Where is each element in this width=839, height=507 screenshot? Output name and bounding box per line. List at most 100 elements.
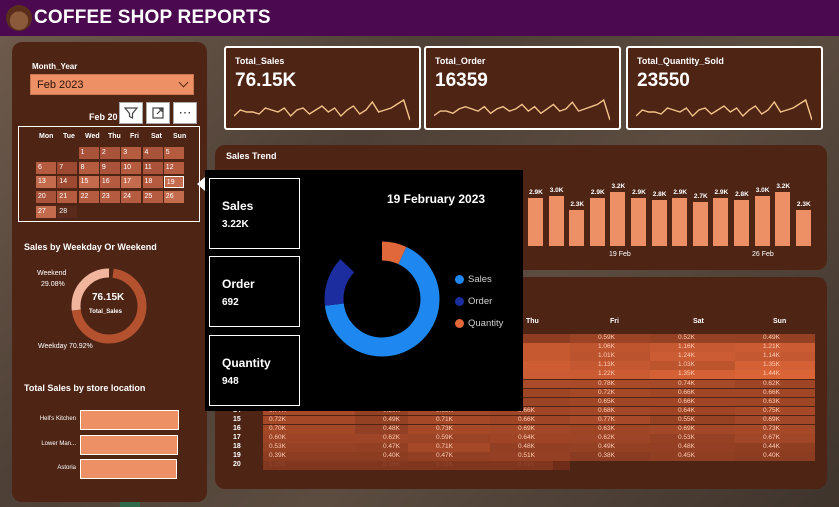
heatmap-cell[interactable]: 0.69K [735,415,815,425]
calendar-day-17[interactable]: 17 [121,176,142,189]
heatmap-cell[interactable]: 0.71K [408,415,490,425]
heatmap-cell[interactable]: 0.45K [650,452,735,461]
heatmap-cell[interactable]: 0.66K [735,388,815,398]
calendar-day-12[interactable]: 12 [163,161,184,174]
heatmap-cell[interactable]: 1.01K [570,352,650,361]
trend-bar[interactable] [631,198,646,246]
calendar-day-10[interactable]: 10 [121,161,142,174]
heatmap-cell[interactable]: 0.53K [650,434,735,443]
heatmap-cell[interactable]: 1.35K [650,370,735,379]
heatmap-cell[interactable]: 0.51K [490,452,570,461]
heatmap-cell[interactable]: 0.40K [355,452,408,461]
calendar-day-4[interactable]: 4 [142,147,163,159]
calendar-day-23[interactable]: 23 [99,191,120,204]
calendar-day-26[interactable]: 26 [163,191,184,204]
heatmap-cell[interactable]: 0.60K [263,434,355,443]
heatmap-cell[interactable]: 0.73K [735,425,815,434]
calendar-day-5[interactable]: 5 [163,147,184,159]
heatmap-cell[interactable]: 0.71K [408,443,490,452]
legend-item-quantity[interactable]: Quantity [455,318,503,329]
more-options-icon[interactable]: ⋯ [173,102,197,124]
heatmap-cell[interactable]: 0.53K [263,443,355,452]
calendar-day-13[interactable]: 13 [36,176,56,189]
heatmap-cell[interactable]: 0.68K [570,406,650,416]
heatmap-cell[interactable]: 0.62K [570,434,650,443]
heatmap-cell[interactable]: 1.16K [650,343,735,352]
calendar-day-6[interactable]: 6 [36,161,56,174]
heatmap-cell[interactable]: 0.47K [355,443,408,452]
calendar-day-15[interactable]: 15 [78,176,99,189]
trend-bar[interactable] [713,198,729,246]
store-bar[interactable] [80,435,178,455]
heatmap-cell[interactable]: 1.21K [735,343,815,352]
heatmap-cell[interactable]: 1.06K [570,343,650,352]
filter-icon[interactable] [119,102,143,124]
heatmap-cell[interactable]: 0.67K [735,434,815,443]
calendar-day-14[interactable]: 14 [57,176,78,189]
heatmap-cell[interactable]: 0.59K [408,434,490,443]
heatmap-cell[interactable]: 0.66K [490,415,570,425]
heatmap-cell[interactable]: 0.74K [650,379,735,389]
calendar-day-3[interactable]: 3 [121,147,142,159]
trend-bar[interactable] [672,198,688,246]
heatmap-cell[interactable]: 0.69K [650,425,735,434]
heatmap-cell[interactable]: 0.65K [570,397,650,407]
trend-bar[interactable] [651,200,667,246]
heatmap-cell[interactable]: 1.44K [735,370,815,379]
heatmap-cell[interactable]: 0.64K [650,406,735,416]
trend-bar[interactable] [569,210,585,246]
heatmap-cell[interactable]: 0.63K [570,425,650,434]
heatmap-cell[interactable]: 0.44K [735,443,815,452]
heatmap-cell[interactable]: 0.40K [735,452,815,461]
calendar-day-27[interactable]: 27 [36,205,56,218]
heatmap-cell[interactable]: 0.73K [408,425,490,434]
heatmap-cell[interactable]: 0.59K [570,334,650,343]
heatmap-cell[interactable]: 0.62K [735,379,815,389]
heatmap-cell[interactable]: 0.70K [263,425,355,434]
calendar-day-1[interactable]: 1 [78,147,99,159]
heatmap-cell[interactable]: 0.63K [735,397,815,407]
heatmap-cell[interactable]: 1.03K [650,361,735,370]
calendar-day-2[interactable]: 2 [99,147,120,159]
trend-bar[interactable] [610,192,626,246]
calendar-day-21[interactable]: 21 [57,191,78,204]
heatmap-cell[interactable]: 0.66K [650,388,735,398]
heatmap-cell[interactable]: 1.13K [570,361,650,370]
heatmap-cell[interactable]: 0.47K [408,452,490,461]
trend-bar[interactable] [548,196,564,246]
calendar-day-19[interactable]: 19 [163,176,184,189]
legend-item-order[interactable]: Order [455,296,492,307]
calendar-day-28[interactable]: 28 [57,205,78,218]
heatmap-cell[interactable]: 0.38K [570,452,650,461]
trend-bar[interactable] [795,210,811,246]
store-bar[interactable] [80,459,178,479]
trend-bar[interactable] [692,202,708,246]
heatmap-cell[interactable]: 0.48K [355,425,408,434]
calendar-day-18[interactable]: 18 [142,176,163,189]
heatmap-cell[interactable]: 0.52K [650,334,735,343]
heatmap-cell[interactable]: 0.49K [735,334,815,343]
trend-bar[interactable] [589,198,605,246]
calendar-day-25[interactable]: 25 [142,191,163,204]
trend-bar[interactable] [528,198,543,246]
trend-bar[interactable] [754,196,770,246]
heatmap-cell[interactable]: 0.66K [650,397,735,407]
heatmap-cell[interactable]: 1.35K [735,361,815,370]
month-year-dropdown[interactable]: Feb 2023 [30,74,194,95]
heatmap-cell[interactable]: 0.49K [355,415,408,425]
calendar-day-11[interactable]: 11 [142,161,163,174]
heatmap-cell[interactable]: 0.77K [570,415,650,425]
heatmap-cell[interactable]: 0.62K [355,434,408,443]
heatmap-cell[interactable]: 0.55K [650,415,735,425]
store-bar[interactable] [80,410,179,430]
heatmap-cell[interactable]: 0.48K [650,443,735,452]
heatmap-cell[interactable]: 1.14K [735,352,815,361]
calendar-day-8[interactable]: 8 [78,161,99,174]
calendar-day-22[interactable]: 22 [78,191,99,204]
legend-item-sales[interactable]: Sales [455,274,492,285]
heatmap-cell[interactable]: 0.39K [263,452,355,461]
focus-mode-icon[interactable] [146,102,170,124]
heatmap-cell[interactable]: 0.64K [490,434,570,443]
heatmap-cell[interactable]: 0.49K [570,443,650,452]
heatmap-cell[interactable]: 0.69K [490,425,570,434]
